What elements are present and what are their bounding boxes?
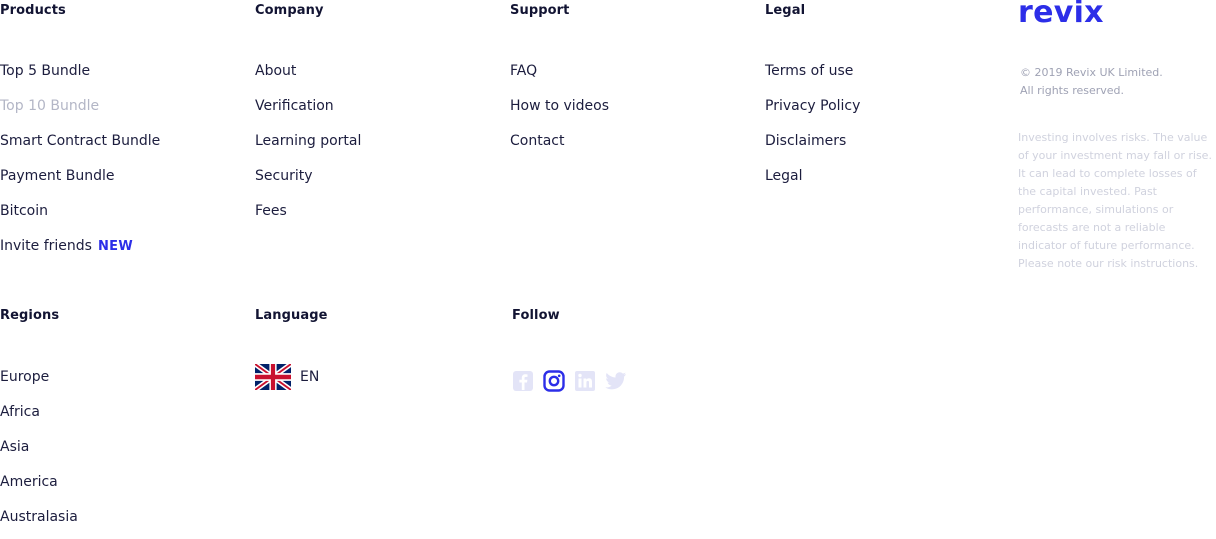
footer-link-contact[interactable]: Contact <box>510 133 564 149</box>
copyright-line-1: © 2019 Revix UK Limited. <box>1020 66 1163 79</box>
footer-link-privacy-policy[interactable]: Privacy Policy <box>765 98 860 114</box>
footer-link-payment-bundle[interactable]: Payment Bundle <box>0 168 114 184</box>
copyright-text: © 2019 Revix UK Limited. All rights rese… <box>1020 64 1210 100</box>
linkedin-icon[interactable] <box>574 370 596 392</box>
footer-link-how-to-videos[interactable]: How to videos <box>510 98 609 114</box>
instagram-icon[interactable] <box>543 370 565 392</box>
follow-heading: Follow <box>512 308 560 323</box>
copyright-line-2: All rights reserved. <box>1020 84 1125 97</box>
language-code: EN <box>300 369 320 385</box>
region-link-europe[interactable]: Europe <box>0 369 49 385</box>
footer-link-legal[interactable]: Legal <box>765 168 803 184</box>
regions-heading: Regions <box>0 308 60 323</box>
footer-link-top10-bundle[interactable]: Top 10 Bundle <box>0 98 99 114</box>
new-badge: NEW <box>97 239 133 254</box>
footer-link-smart-contract-bundle[interactable]: Smart Contract Bundle <box>0 133 160 149</box>
footer-link-terms-of-use[interactable]: Terms of use <box>765 63 853 79</box>
footer-link-top5-bundle[interactable]: Top 5 Bundle <box>0 63 90 79</box>
uk-flag-icon <box>255 364 291 390</box>
footer-link-verification[interactable]: Verification <box>255 98 334 114</box>
products-heading: Products <box>0 3 66 18</box>
footer-link-disclaimers[interactable]: Disclaimers <box>765 133 846 149</box>
region-link-africa[interactable]: Africa <box>0 404 40 420</box>
language-heading: Language <box>255 308 328 323</box>
facebook-icon[interactable] <box>512 370 534 392</box>
footer-link-bitcoin[interactable]: Bitcoin <box>0 203 48 219</box>
support-heading: Support <box>510 3 570 18</box>
revix-logo[interactable]: revix <box>1018 0 1104 28</box>
legal-heading: Legal <box>765 3 806 18</box>
footer-link-faq[interactable]: FAQ <box>510 63 537 79</box>
region-link-america[interactable]: America <box>0 474 58 490</box>
region-link-australasia[interactable]: Australasia <box>0 509 78 525</box>
twitter-icon[interactable] <box>605 370 627 392</box>
company-heading: Company <box>255 3 324 18</box>
invite-friends-label: Invite friends <box>0 238 92 254</box>
footer-link-invite-friends[interactable]: Invite friends NEW <box>0 238 133 254</box>
footer-link-learning-portal[interactable]: Learning portal <box>255 133 361 149</box>
region-link-asia[interactable]: Asia <box>0 439 29 455</box>
footer-link-about[interactable]: About <box>255 63 296 79</box>
footer-link-fees[interactable]: Fees <box>255 203 287 219</box>
footer-link-security[interactable]: Security <box>255 168 313 184</box>
risk-disclaimer: Investing involves risks. The value of y… <box>1018 131 1212 270</box>
